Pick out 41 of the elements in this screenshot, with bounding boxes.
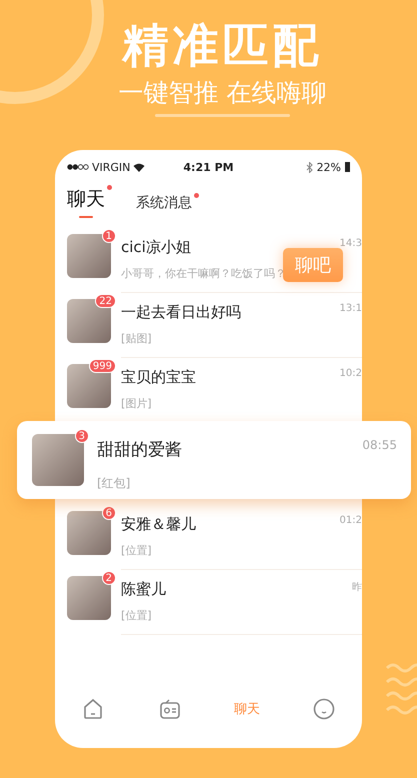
contact-name: cici凉小姐 [121,238,191,257]
message-time: 14:3 [340,238,362,251]
home-icon [82,698,104,720]
subheadline: 一键智推 在线嗨聊 [118,77,326,109]
message-time: 01:2 [340,515,362,528]
message-time: 08:55 [362,438,397,454]
message-preview: [贴图] [121,331,153,346]
chat-row[interactable]: 2 陈蜜儿 昨 [位置] [55,570,362,635]
contact-name: 宝贝的宝宝 [121,368,196,387]
message-time: 10:2 [340,368,362,381]
headline: 精准匹配 [122,17,322,74]
smiley-icon [312,698,335,720]
bluetooth-icon [306,162,313,172]
signal-icon [67,164,89,170]
wifi-icon [133,162,146,172]
battery-icon [345,162,350,172]
battery-percent: 22% [316,160,342,174]
message-time: 昨 [352,581,362,595]
status-time: 4:21 PM [183,160,234,174]
highlighted-chat-card[interactable]: 3 甜甜的爱酱 08:55 [红包] [17,421,411,499]
unread-count: 2 [102,571,116,585]
unread-count: 1 [102,229,116,243]
message-preview: [红包] [97,475,132,492]
contact-name: 安雅＆馨儿 [121,515,196,534]
unread-count: 999 [88,359,116,373]
contact-name: 甜甜的爱酱 [97,439,182,461]
message-time: 13:1 [340,303,362,316]
carrier-name: VIRGIN [92,160,130,174]
unread-count: 6 [102,506,116,520]
contact-name: 一起去看日出好吗 [121,303,241,322]
message-preview: [图片] [121,396,153,411]
unread-count: 3 [74,429,89,443]
tab[interactable]: 系统消息 [136,192,199,218]
contact-name: 陈蜜儿 [121,580,166,599]
chat-row[interactable]: 22 一起去看日出好吗 13:1 [贴图] [55,293,362,358]
message-preview: [位置] [121,543,153,558]
unread-count: 22 [95,294,116,308]
tab[interactable]: 聊天 [67,184,112,218]
message-preview: [位置] [121,608,153,623]
chat-row[interactable]: 6 安雅＆馨儿 01:2 [位置] [55,505,362,570]
radio-icon [159,698,182,720]
